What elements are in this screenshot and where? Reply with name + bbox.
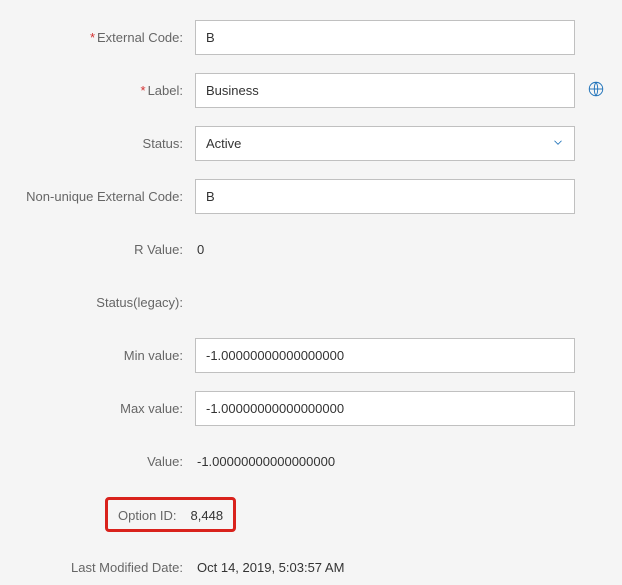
label-status-legacy: Status(legacy): <box>15 295 195 310</box>
status-select-value: Active <box>206 136 241 151</box>
row-min-value: Min value: <box>15 338 607 373</box>
option-id-highlight: Option ID: 8,448 <box>105 497 236 532</box>
label-external-code: *External Code: <box>15 30 195 45</box>
row-option-id: Option ID: 8,448 <box>15 497 607 532</box>
label-max-value: Max value: <box>15 401 195 416</box>
max-value-input[interactable] <box>195 391 575 426</box>
label-input[interactable] <box>195 73 575 108</box>
option-id-text: 8,448 <box>189 508 224 523</box>
last-modified-date-text: Oct 14, 2019, 5:03:57 AM <box>195 560 344 575</box>
row-r-value: R Value: 0 <box>15 232 607 267</box>
label-label: *Label: <box>15 83 195 98</box>
r-value-text: 0 <box>195 242 204 257</box>
label-non-unique-external-code: Non-unique External Code: <box>15 189 195 204</box>
label-last-modified-date: Last Modified Date: <box>15 560 195 575</box>
row-last-modified-date: Last Modified Date: Oct 14, 2019, 5:03:5… <box>15 550 607 585</box>
non-unique-external-code-input[interactable] <box>195 179 575 214</box>
row-status-legacy: Status(legacy): <box>15 285 607 320</box>
globe-icon[interactable] <box>587 80 605 101</box>
required-marker: * <box>90 30 95 45</box>
row-non-unique-external-code: Non-unique External Code: <box>15 179 607 214</box>
label-value: Value: <box>15 454 195 469</box>
row-label: *Label: <box>15 73 607 108</box>
label-r-value: R Value: <box>15 242 195 257</box>
required-marker: * <box>141 83 146 98</box>
status-select[interactable]: Active <box>195 126 575 161</box>
row-external-code: *External Code: <box>15 20 607 55</box>
label-option-id: Option ID: <box>118 508 177 523</box>
external-code-input[interactable] <box>195 20 575 55</box>
label-min-value: Min value: <box>15 348 195 363</box>
min-value-input[interactable] <box>195 338 575 373</box>
row-max-value: Max value: <box>15 391 607 426</box>
label-status: Status: <box>15 136 195 151</box>
value-text: -1.00000000000000000 <box>195 454 335 469</box>
row-status: Status: Active <box>15 126 607 161</box>
row-value: Value: -1.00000000000000000 <box>15 444 607 479</box>
